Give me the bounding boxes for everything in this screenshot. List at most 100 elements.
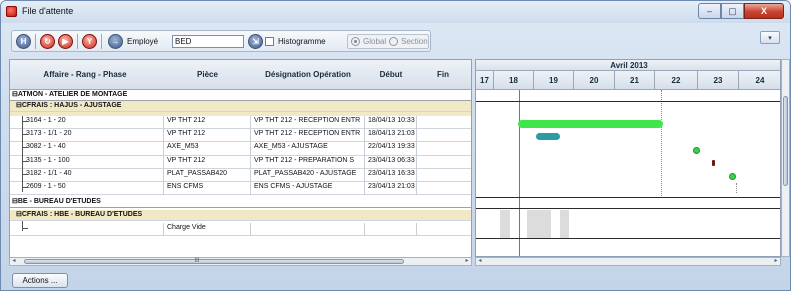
gantt-milestone[interactable] (729, 173, 736, 180)
gantt-vertical-scrollbar[interactable] (781, 59, 790, 257)
column-divider (416, 223, 417, 236)
tree-group-section[interactable]: ⊟CFRAIS : HBE - BUREAU D'ETUDES (10, 210, 471, 221)
cell-piece: VP THT 212 (167, 130, 206, 138)
filter-icon[interactable]: Y (82, 34, 97, 49)
table-row[interactable]: 2609 - 1 - 50 ENS CFMS ENS CFMS - AJUSTAGE… (10, 182, 471, 196)
col-debut[interactable]: Début (366, 70, 416, 79)
gantt-connector (736, 183, 737, 193)
gantt-day: 18 (494, 71, 534, 90)
scroll-right-icon[interactable]: ▸ (463, 258, 471, 265)
table-row[interactable]: 3164 - 1 - 20 VP THT 212 VP THT 212 - RECE… (10, 116, 471, 130)
app-icon (6, 6, 17, 17)
maximize-button[interactable]: ▢ (721, 3, 744, 19)
actions-button[interactable]: Actions ... (12, 273, 68, 288)
column-divider (163, 168, 164, 182)
help-icon[interactable]: H (16, 34, 31, 49)
gantt-chart: Avril 2013 17 18 19 20 21 22 23 24 (475, 59, 781, 257)
column-divider (250, 155, 251, 169)
column-divider (364, 116, 365, 130)
section-radio[interactable] (389, 37, 398, 46)
col-fin[interactable]: Fin (418, 70, 468, 79)
table-row[interactable]: 3182 - 1/1 - 40 PLAT_PASSAB420 PLAT_PASSAB… (10, 168, 471, 182)
global-label: Global (363, 37, 387, 46)
cell-piece: PLAT_PASSAB420 (167, 169, 228, 177)
gantt-day: 19 (534, 71, 574, 90)
minimize-button[interactable]: – (698, 3, 721, 19)
tree-group-atelier[interactable]: ⊟ATMON - ATELIER DE MONTAGE (10, 90, 471, 101)
global-radio[interactable] (351, 37, 360, 46)
play-icon[interactable]: ▶ (58, 34, 73, 49)
gantt-row-line (476, 238, 780, 239)
column-divider (364, 155, 365, 169)
gantt-milestone[interactable] (693, 147, 700, 154)
table-row[interactable]: 3173 - 1/1 - 20 VP THT 212 VP THT 212 - RE… (10, 129, 471, 143)
column-divider (250, 129, 251, 143)
col-piece[interactable]: Pièce (165, 70, 250, 79)
cell-designation: ENS CFMS - AJUSTAGE (254, 183, 333, 190)
scroll-left-icon[interactable]: ◂ (10, 258, 18, 265)
toolbar-separator (77, 34, 78, 49)
tree-group-atelier[interactable]: ⊟BE - BUREAU D'ETUDES (10, 197, 471, 208)
histogramme-label: Histogramme (278, 37, 326, 46)
gantt-bar[interactable] (518, 120, 663, 128)
histogramme-checkbox[interactable] (265, 37, 274, 46)
group-title: ⊟BE - BUREAU D'ETUDES (10, 197, 310, 207)
column-divider (163, 129, 164, 143)
section-title: ⊟CFRAIS : HAJUS - AJUSTAGE (14, 101, 314, 111)
col-affaire[interactable]: Affaire - Rang - Phase (10, 70, 160, 79)
cell-fin (418, 116, 468, 126)
column-divider (416, 168, 417, 182)
task-grid: Affaire - Rang - Phase Pièce Désignation… (9, 59, 472, 265)
cell-piece: VP THT 212 (167, 117, 206, 124)
column-divider (163, 182, 164, 196)
gantt-row-line (476, 197, 780, 198)
section-label: CFRAIS : HAJUS - AJUSTAGE (21, 102, 122, 109)
cell-piece: VP THT 212 (167, 156, 206, 164)
file-attente-window: File d'attente – ▢ X H ↻ ▶ Y → Employé B… (0, 0, 791, 291)
column-divider (364, 223, 365, 236)
column-divider (163, 116, 164, 130)
gantt-day: 24 (739, 71, 780, 90)
column-divider (163, 142, 164, 156)
cell-piece: ENS CFMS (167, 183, 204, 190)
cell-designation: PLAT_PASSAB420 - AJUSTAGE (254, 169, 357, 177)
section-label: Section (401, 37, 428, 46)
group-label: BE - BUREAU D'ETUDES (17, 198, 101, 205)
cell-designation: VP THT 212 - RECEPTION ENTR (254, 130, 361, 138)
cell-affaire: 3173 - 1/1 - 20 (26, 130, 72, 138)
left-horizontal-scrollbar[interactable]: ◂ III ▸ (9, 257, 472, 266)
employe-label: Employé (127, 37, 159, 46)
employe-field[interactable]: BED (172, 35, 244, 48)
scroll-left-icon[interactable]: ◂ (476, 258, 484, 265)
search-employe-icon[interactable]: ⇲ (248, 34, 263, 49)
table-row[interactable]: Charge Vide (10, 223, 471, 236)
employe-arrow-icon[interactable]: → (108, 34, 123, 49)
gantt-bar[interactable] (536, 133, 560, 140)
col-designation[interactable]: Désignation Opération (252, 70, 364, 79)
gantt-row-line (476, 101, 780, 102)
table-row[interactable]: 3082 - 1 - 40 AXE_M53 AXE_M53 - AJUSTAGE 22… (10, 142, 471, 156)
scroll-thumb[interactable] (783, 96, 788, 186)
capacity-block (500, 210, 510, 238)
cell-debut: 18/04/13 10:33 (368, 117, 415, 124)
toolbar-separator (101, 34, 102, 49)
scroll-thumb[interactable] (24, 259, 404, 264)
options-dropdown-icon[interactable]: ▾ (760, 31, 780, 44)
gantt-horizontal-scrollbar[interactable]: ◂ ▸ (475, 257, 781, 266)
column-divider (416, 142, 417, 156)
capacity-block (560, 210, 569, 238)
close-button[interactable]: X (744, 3, 784, 19)
table-row[interactable]: 3135 - 1 - 100 VP THT 212 VP THT 212 - PRE… (10, 155, 471, 169)
column-divider (416, 155, 417, 169)
section-title: ⊟CFRAIS : HBE - BUREAU D'ETUDES (14, 210, 314, 220)
scroll-right-icon[interactable]: ▸ (772, 258, 780, 265)
gantt-marker[interactable] (712, 160, 715, 166)
cell-designation: AXE_M53 - AJUSTAGE (254, 143, 328, 151)
refresh-icon[interactable]: ↻ (40, 34, 55, 49)
tree-group-section[interactable]: ⊟CFRAIS : HAJUS - AJUSTAGE (10, 101, 471, 112)
gantt-day: 20 (574, 71, 615, 90)
cell-designation (252, 223, 364, 233)
cell-fin (418, 223, 468, 233)
column-divider (416, 129, 417, 143)
column-divider (416, 182, 417, 196)
